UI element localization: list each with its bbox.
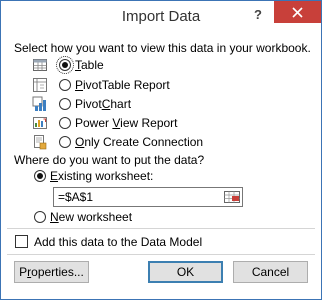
dialog-title: Import Data (121, 8, 201, 25)
import-data-dialog: Import Data ? Select how you want to vie… (0, 0, 322, 300)
pivotchart-radio[interactable] (59, 98, 71, 110)
address-input[interactable]: =$A$1 (53, 187, 243, 207)
help-button[interactable]: ? (247, 4, 269, 26)
divider (7, 254, 315, 255)
connection-option-label[interactable]: Only Create Connection (75, 135, 203, 149)
address-value: =$A$1 (58, 190, 94, 204)
data-model-label[interactable]: Add this data to the Data Model (34, 235, 202, 249)
pivotchart-icon (32, 96, 46, 111)
existing-worksheet-radio[interactable] (34, 170, 46, 182)
title-bar: Import Data ? (1, 1, 321, 31)
divider (7, 228, 315, 229)
new-worksheet-label[interactable]: New worksheet (50, 210, 132, 224)
close-icon (292, 7, 303, 18)
close-button[interactable] (274, 1, 321, 23)
table-option-label[interactable]: Table (75, 58, 104, 72)
table-icon (33, 59, 47, 71)
power-view-icon (33, 117, 47, 129)
pivottable-option-label[interactable]: PivotTable Report (75, 78, 170, 92)
destination-section-label: Where do you want to put the data? (14, 153, 205, 167)
existing-worksheet-label[interactable]: Existing worksheet: (50, 169, 153, 183)
connection-icon (34, 135, 47, 150)
pivottable-icon (33, 78, 47, 92)
view-section-label: Select how you want to view this data in… (14, 41, 311, 55)
table-radio[interactable] (56, 56, 74, 74)
power-view-option-label[interactable]: Power View Report (75, 116, 178, 130)
new-worksheet-radio[interactable] (34, 211, 46, 223)
cancel-button[interactable]: Cancel (233, 261, 308, 283)
properties-button[interactable]: Properties... (14, 261, 89, 283)
data-model-checkbox[interactable] (15, 235, 28, 248)
connection-radio[interactable] (59, 136, 71, 148)
ok-button[interactable]: OK (148, 261, 223, 283)
power-view-radio[interactable] (59, 117, 71, 129)
range-select-icon[interactable] (223, 189, 241, 205)
pivotchart-option-label[interactable]: PivotChart (75, 97, 131, 111)
pivottable-radio[interactable] (59, 79, 71, 91)
